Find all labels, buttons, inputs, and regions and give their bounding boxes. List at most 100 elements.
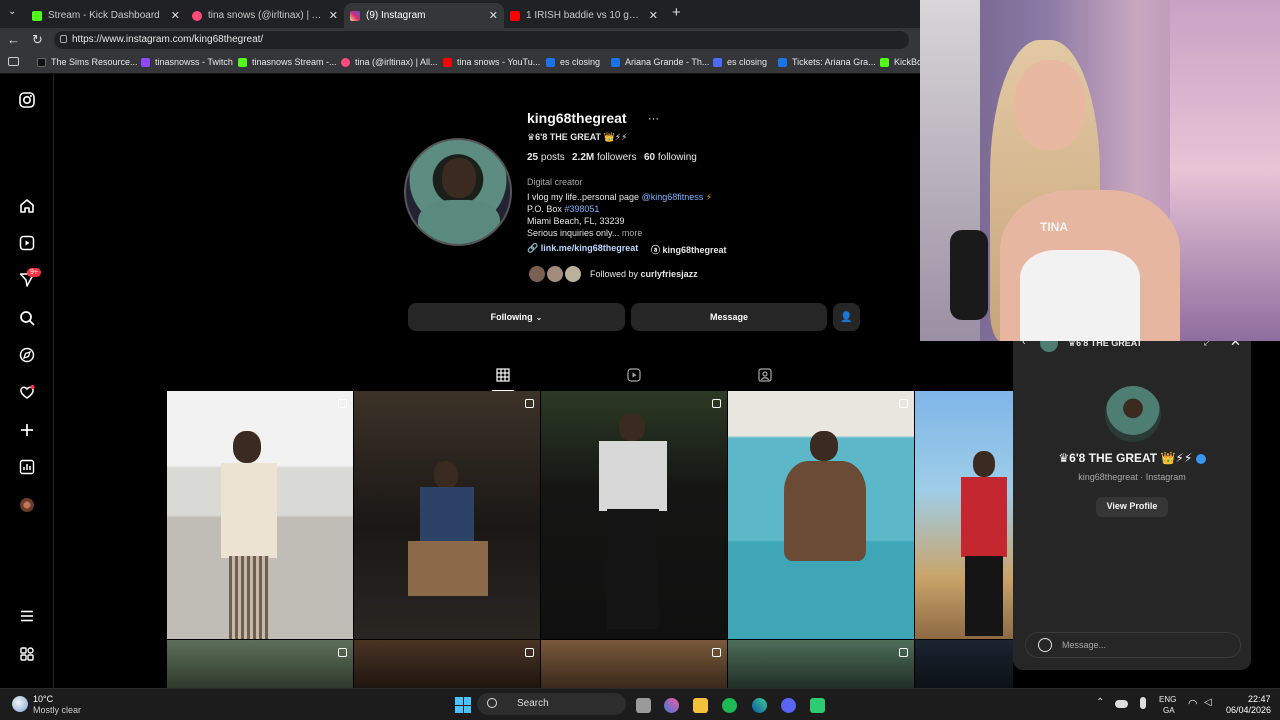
message-button[interactable]: Message bbox=[631, 303, 827, 331]
tab-instagram[interactable]: (9) Instagram ✕ bbox=[344, 3, 504, 28]
multi-post-icon bbox=[338, 648, 347, 657]
close-icon[interactable]: ✕ bbox=[329, 9, 338, 22]
windows-start-icon[interactable] bbox=[455, 697, 471, 713]
post-thumbnail[interactable] bbox=[915, 391, 1013, 639]
bookmark-item[interactable]: tinasnowss - Twitch bbox=[141, 57, 233, 67]
clock-time[interactable]: 22:47 bbox=[1248, 694, 1271, 704]
site-info-icon[interactable] bbox=[60, 35, 67, 43]
reels-icon[interactable] bbox=[17, 233, 37, 253]
view-profile-button[interactable]: View Profile bbox=[1096, 497, 1168, 517]
bookmark-item[interactable]: tina snows - YouTu... bbox=[443, 57, 540, 67]
bookmark-item[interactable]: tina (@irltinax) | All... bbox=[341, 57, 438, 67]
bookmark-item[interactable]: tinasnows Stream -... bbox=[238, 57, 337, 67]
explore-icon[interactable] bbox=[17, 345, 37, 365]
post-thumbnail[interactable] bbox=[354, 640, 540, 688]
followed-by[interactable]: Followed by curlyfriesjazz bbox=[590, 269, 698, 279]
suggested-users-button[interactable]: 👤 bbox=[833, 303, 860, 331]
bookmark-label: es closing bbox=[727, 57, 768, 67]
tab-title: (9) Instagram bbox=[366, 10, 426, 21]
tray-chevron-icon[interactable]: ⌃ bbox=[1096, 697, 1104, 708]
bio-more-link[interactable]: more bbox=[622, 228, 643, 238]
weather-temp[interactable]: 10°C bbox=[33, 694, 53, 704]
tab-posts[interactable] bbox=[492, 366, 514, 391]
bookmark-item[interactable]: Tickets: Ariana Gra... bbox=[778, 57, 876, 67]
insights-chart-icon[interactable] bbox=[17, 457, 37, 477]
create-plus-icon[interactable] bbox=[17, 420, 37, 440]
tab-youtube[interactable]: 1 IRISH baddie vs 10 guys(e-date) ✕ bbox=[504, 3, 664, 28]
close-icon[interactable]: ✕ bbox=[649, 9, 658, 22]
post-thumbnail[interactable] bbox=[541, 391, 727, 639]
post-thumbnail[interactable] bbox=[167, 391, 353, 639]
lang-eng[interactable]: ENG bbox=[1159, 695, 1176, 704]
tab-title: tina snows (@irltinax) | AllMyLinks bbox=[208, 10, 323, 21]
back-arrow-icon[interactable]: ← bbox=[7, 32, 20, 47]
options-more-icon[interactable]: ··· bbox=[648, 113, 659, 125]
spotify-icon[interactable] bbox=[722, 698, 737, 713]
followed-by-user: curlyfriesjazz bbox=[640, 269, 698, 279]
reload-icon[interactable]: ↻ bbox=[32, 32, 43, 48]
followers-stat[interactable]: 2.2M followers bbox=[572, 152, 636, 163]
taskbar-search[interactable]: Search bbox=[477, 693, 626, 715]
bookmark-item[interactable]: KickBot bbox=[880, 57, 925, 67]
following-button[interactable]: Following ⌄ bbox=[408, 303, 625, 331]
bookmark-item[interactable]: Ariana Grande - Th... bbox=[611, 57, 709, 67]
onedrive-icon[interactable] bbox=[1115, 700, 1128, 708]
instagram-logo-icon[interactable] bbox=[17, 90, 37, 110]
tab-kick-dashboard[interactable]: Stream - Kick Dashboard ✕ bbox=[26, 3, 186, 28]
volume-icon[interactable]: ◁ bbox=[1204, 697, 1212, 708]
youtube-favicon-icon bbox=[443, 57, 452, 67]
bio-handle-link[interactable]: @king68fitness bbox=[642, 192, 704, 202]
close-icon[interactable]: ✕ bbox=[171, 9, 180, 22]
copilot-icon[interactable] bbox=[664, 698, 679, 713]
threads-handle: king68thegreat bbox=[662, 245, 727, 255]
bookmark-item[interactable]: The Sims Resource... bbox=[37, 57, 138, 67]
tab-tagged[interactable] bbox=[758, 368, 772, 387]
clock-date: 06/04/2026 bbox=[1226, 705, 1272, 715]
post-thumbnail[interactable] bbox=[354, 391, 540, 639]
emoji-icon[interactable] bbox=[1038, 638, 1052, 652]
url-field[interactable]: https://www.instagram.com/king68thegreat… bbox=[54, 31, 909, 49]
close-icon[interactable]: ✕ bbox=[489, 9, 498, 22]
tab-allmylinks[interactable]: tina snows (@irltinax) | AllMyLinks ✕ bbox=[186, 3, 344, 28]
twitch-favicon-icon bbox=[141, 57, 150, 67]
threads-link[interactable]: ⓐ king68thegreat bbox=[651, 243, 727, 256]
dm-contact-sub: king68thegreat · Instagram bbox=[1078, 472, 1186, 482]
home-icon[interactable] bbox=[17, 196, 37, 216]
multi-post-icon bbox=[712, 648, 721, 657]
weather-icon[interactable] bbox=[12, 696, 28, 712]
also-from-meta-icon[interactable] bbox=[17, 644, 37, 664]
profile-avatar-large[interactable] bbox=[404, 138, 512, 246]
wifi-icon[interactable]: ◠ bbox=[1188, 697, 1198, 710]
ticket-favicon-icon bbox=[778, 57, 787, 67]
bookmark-item[interactable]: es closing bbox=[546, 57, 600, 67]
bio-text: I vlog my life..personal page bbox=[527, 192, 640, 202]
post-thumbnail[interactable] bbox=[167, 640, 353, 688]
bookmarks-menu-icon[interactable] bbox=[8, 57, 19, 66]
notifications-heart-icon[interactable] bbox=[17, 382, 37, 402]
post-thumbnail[interactable] bbox=[541, 640, 727, 688]
post-thumbnail[interactable] bbox=[915, 640, 1013, 688]
multi-post-icon bbox=[338, 399, 347, 408]
profile-link[interactable]: 🔗 link.me/king68thegreat bbox=[527, 243, 638, 254]
tab-reels[interactable] bbox=[627, 368, 641, 387]
following-stat[interactable]: 60 following bbox=[644, 152, 697, 163]
bio-hashtag-link[interactable]: #398051 bbox=[564, 204, 599, 214]
profile-avatar[interactable] bbox=[17, 495, 37, 515]
discord-icon[interactable] bbox=[781, 698, 796, 713]
tab-list-chevron-icon[interactable]: ⌄ bbox=[8, 6, 16, 17]
file-explorer-icon[interactable] bbox=[693, 698, 708, 713]
post-thumbnail[interactable] bbox=[728, 391, 914, 639]
address-toolbar: ← ↻ https://www.instagram.com/king68theg… bbox=[0, 28, 920, 52]
post-thumbnail[interactable] bbox=[728, 640, 914, 688]
message-placeholder: Message... bbox=[1062, 640, 1107, 650]
edge-icon[interactable] bbox=[752, 698, 767, 713]
message-input[interactable]: Message... bbox=[1025, 632, 1241, 658]
kick-favicon-icon bbox=[32, 10, 42, 21]
bookmark-item[interactable]: es closing bbox=[713, 57, 767, 67]
microphone-icon[interactable] bbox=[1140, 697, 1146, 709]
task-view-icon[interactable] bbox=[636, 698, 651, 713]
new-tab-button[interactable]: + bbox=[672, 4, 681, 21]
hamburger-menu-icon[interactable] bbox=[17, 606, 37, 626]
search-icon[interactable] bbox=[17, 308, 37, 328]
app-icon[interactable] bbox=[810, 698, 825, 713]
